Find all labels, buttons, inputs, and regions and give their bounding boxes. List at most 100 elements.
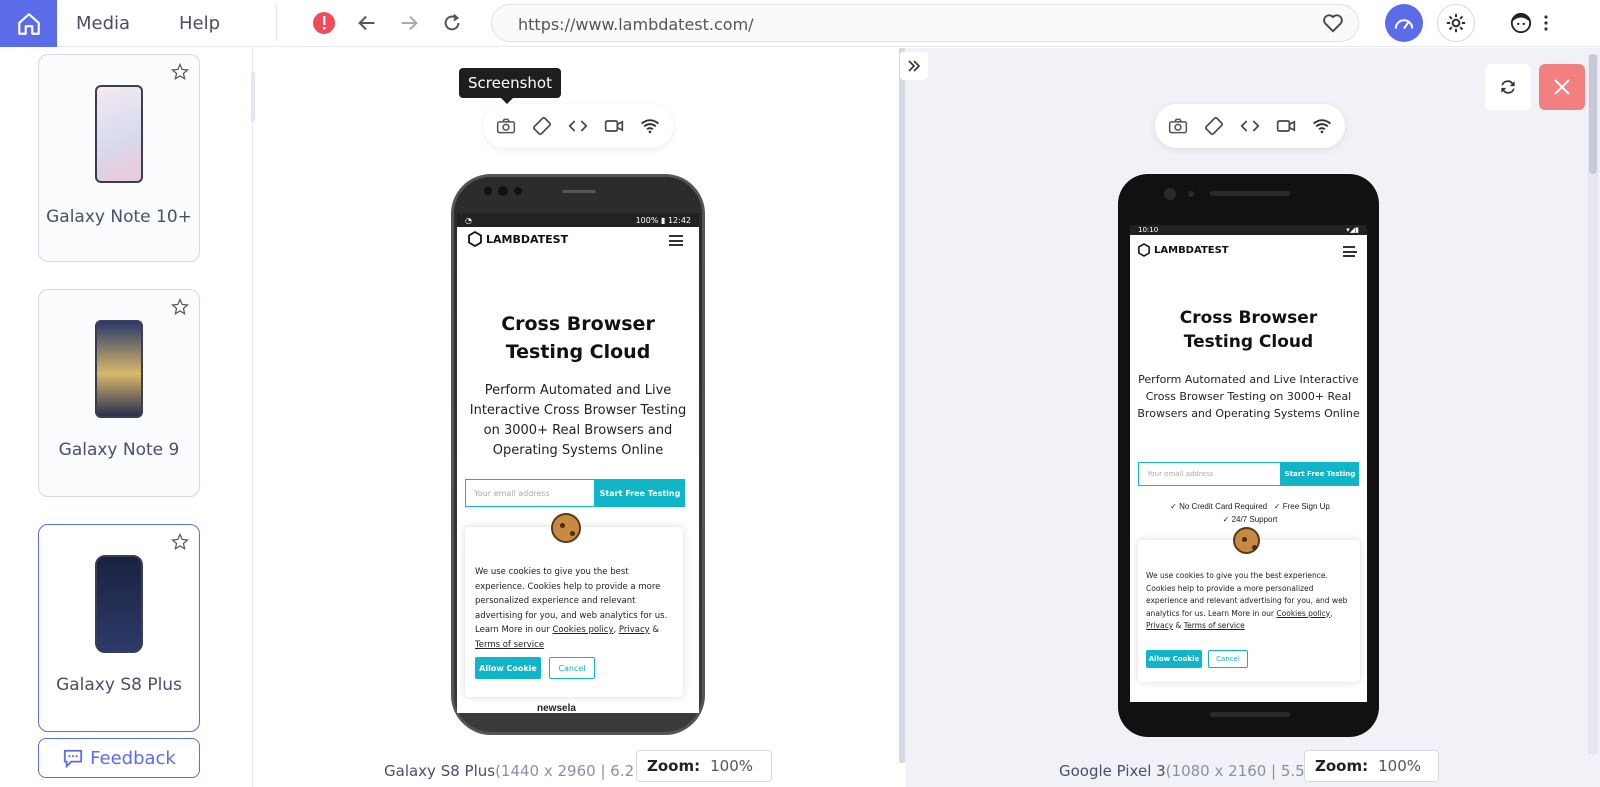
battery-level: 100% [635,215,659,225]
rotate-device-icon[interactable] [527,111,557,141]
privacy-link[interactable]: Privacy [1146,621,1173,630]
rotate-device-icon[interactable] [1199,111,1229,141]
chat-icon [64,749,83,768]
close-icon [1554,79,1570,95]
device-name: Galaxy Note 9 [58,440,180,460]
perk-text: 24/7 Support [1231,515,1278,524]
feedback-label: Feedback [90,747,176,769]
ampersand: & [652,625,660,635]
start-free-testing-button[interactable]: Start Free Testing [595,479,685,507]
terms-link[interactable]: Terms of service [1184,621,1245,630]
terms-link[interactable]: Terms of service [475,640,544,650]
star-icon[interactable] [171,533,189,556]
right-device-caption: Google Pixel 3(1080 x 2160 | 5.5 in) [1059,762,1329,780]
back-arrow-icon[interactable] [355,11,379,35]
menu-media[interactable]: Media [76,13,130,34]
perk-item: ✓ Free Sign Up [1273,502,1330,511]
cookie-icon [1233,527,1260,554]
cookie-cancel-button[interactable]: Cancel [549,657,595,679]
status-bar: ◔ 100% ▮ 12:42 [457,213,699,227]
speedometer-icon [1394,19,1414,30]
cookie-cancel-button[interactable]: Cancel [1208,650,1248,668]
signup-form: Your email address Start Free Testing [465,479,685,507]
alert-icon[interactable] [312,11,336,35]
user-avatar[interactable] [1508,4,1534,42]
scrollbar-thumb[interactable] [1589,54,1597,174]
cookie-banner: We use cookies to give you the best expe… [1138,540,1360,682]
camera-icon[interactable] [1163,111,1193,141]
collapse-panel-button[interactable] [900,52,928,80]
cookie-icon [551,513,581,543]
topbar-divider [276,5,277,41]
star-icon[interactable] [171,298,189,321]
site-logo[interactable]: LAMBDATEST [468,231,568,247]
hamburger-menu-icon[interactable] [1343,246,1357,257]
hamburger-menu-icon[interactable] [669,235,683,246]
feedback-button[interactable]: Feedback [38,738,200,778]
heart-icon[interactable] [1322,13,1344,38]
left-zoom-select[interactable]: Zoom: 100% [636,750,772,782]
wifi-icon[interactable] [635,111,665,141]
settings-button[interactable] [1437,4,1475,42]
sync-icon [1501,80,1515,94]
reload-icon[interactable] [440,11,464,35]
camera-icon[interactable] [491,111,521,141]
cookie-message: We use cookies to give you the best expe… [1146,571,1348,630]
privacy-link[interactable]: Privacy [619,625,650,635]
galaxy-s8-screen[interactable]: ◔ 100% ▮ 12:42 LAMBDATEST Cross Browser … [457,213,699,713]
device-caption-name: Google Pixel 3 [1059,762,1166,780]
video-icon[interactable] [599,111,629,141]
email-field[interactable]: Your email address [1138,462,1281,486]
cookie-message: We use cookies to give you the best expe… [475,567,668,650]
right-zoom-select[interactable]: Zoom: 100% [1304,750,1439,782]
code-icon[interactable] [563,111,593,141]
code-icon[interactable] [1235,111,1265,141]
close-device-button[interactable] [1539,64,1585,110]
speaker-grille [1210,191,1290,196]
device-card-galaxy-note-10-plus[interactable]: Galaxy Note 10+ [38,54,200,262]
url-text[interactable]: https://www.lambdatest.com/ [518,15,754,34]
forward-arrow-icon[interactable] [397,11,421,35]
hero-heading: Cross Browser Testing Cloud [1179,308,1318,352]
hero-line-2: Testing Cloud [505,341,651,363]
perk-item: ✓ 24/7 Support [1222,515,1278,524]
status-time: 10:10 [1138,226,1159,234]
device-card-galaxy-s8-plus[interactable]: Galaxy S8 Plus [38,524,200,732]
cookies-policy-link[interactable]: Cookies policy [1276,609,1330,618]
sidebar-scrollbar[interactable] [251,72,255,122]
bottom-speaker [1210,712,1290,717]
site-logo[interactable]: LAMBDATEST [1138,243,1229,257]
device-toolbar-left [483,104,673,148]
device-caption-spec: (1440 x 2960 | 6.2 in) [495,762,659,780]
device-card-galaxy-note-9[interactable]: Galaxy Note 9 [38,289,200,497]
zoom-label: Zoom: [1315,757,1369,775]
menu-help[interactable]: Help [179,13,220,34]
video-icon[interactable] [1271,111,1301,141]
more-menu-button[interactable] [1534,4,1558,42]
refresh-session-button[interactable] [1485,64,1531,110]
start-free-testing-button[interactable]: Start Free Testing [1281,462,1359,486]
screenshot-tooltip: Screenshot [459,68,561,104]
allow-cookie-button[interactable]: Allow Cookie [1146,650,1202,668]
pixel-3-screen[interactable]: 10:10 ▾◢▮ LAMBDATEST Cross Browser Testi… [1130,225,1367,702]
status-time: 12:42 [667,215,691,225]
email-field[interactable]: Your email address [465,479,595,507]
hero-subtitle: Perform Automated and Live Interactive C… [469,383,687,458]
sensor-dot [1188,191,1194,197]
cookies-policy-link[interactable]: Cookies policy [552,625,613,635]
hero-line-1: Cross Browser [501,313,655,335]
star-icon[interactable] [171,63,189,86]
url-bar[interactable]: https://www.lambdatest.com/ [491,4,1359,42]
device-name: Galaxy Note 10+ [46,207,192,227]
left-device-caption: Galaxy S8 Plus(1440 x 2960 | 6.2 in) [384,762,658,780]
site-logo-text: LAMBDATEST [486,232,569,246]
allow-cookie-button[interactable]: Allow Cookie [475,657,541,679]
wifi-icon[interactable] [1307,111,1337,141]
footer-logo: newsela [537,703,576,713]
home-button[interactable] [0,0,57,47]
status-icons: ▾◢▮ [1346,226,1359,234]
right-panel-scrollbar[interactable] [1588,54,1598,754]
status-spinner-icon: ◔ [465,215,472,225]
speedometer-button[interactable] [1385,4,1423,42]
device-toolbar-right [1155,104,1345,148]
